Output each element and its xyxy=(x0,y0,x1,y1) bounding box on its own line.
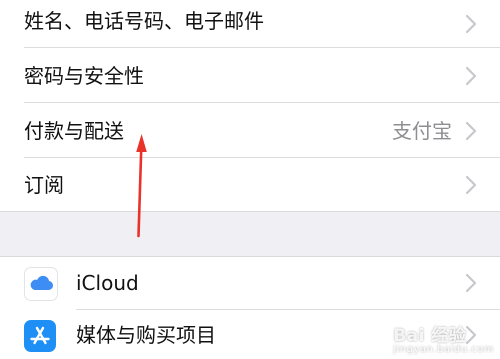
settings-item-subscriptions[interactable]: 订阅 xyxy=(0,158,500,211)
settings-item-value: 支付宝 xyxy=(392,119,452,143)
icloud-icon xyxy=(24,267,58,301)
app-store-icon xyxy=(24,320,56,352)
settings-item-label: 姓名、电话号码、电子邮件 xyxy=(24,9,264,33)
chevron-right-icon xyxy=(465,175,477,195)
chevron-right-icon xyxy=(465,121,477,141)
settings-item-icloud[interactable]: iCloud xyxy=(0,257,500,309)
settings-screen: 姓名、电话号码、电子邮件 密码与安全性 付款与配送 支付宝 订阅 iCloud … xyxy=(0,0,500,359)
chevron-right-icon xyxy=(465,273,477,293)
watermark-text: Bai 经验 xyxy=(393,326,467,346)
watermark-subtext: jingyan.baidu.com xyxy=(393,344,494,355)
chevron-right-icon xyxy=(465,14,477,34)
settings-item-label: iCloud xyxy=(76,271,139,295)
settings-item-password-security[interactable]: 密码与安全性 xyxy=(0,48,500,102)
settings-item-label: 订阅 xyxy=(24,173,64,197)
settings-item-name-phone-email[interactable]: 姓名、电话号码、电子邮件 xyxy=(0,0,500,47)
settings-item-label: 密码与安全性 xyxy=(24,64,144,88)
chevron-right-icon xyxy=(465,66,477,86)
watermark: Bai 经验 jingyan.baidu.com xyxy=(393,321,494,355)
settings-item-label: 付款与配送 xyxy=(24,119,124,143)
section-separator xyxy=(0,211,500,257)
settings-item-payment-shipping[interactable]: 付款与配送 支付宝 xyxy=(0,103,500,157)
settings-item-label: 媒体与购买项目 xyxy=(76,323,216,347)
